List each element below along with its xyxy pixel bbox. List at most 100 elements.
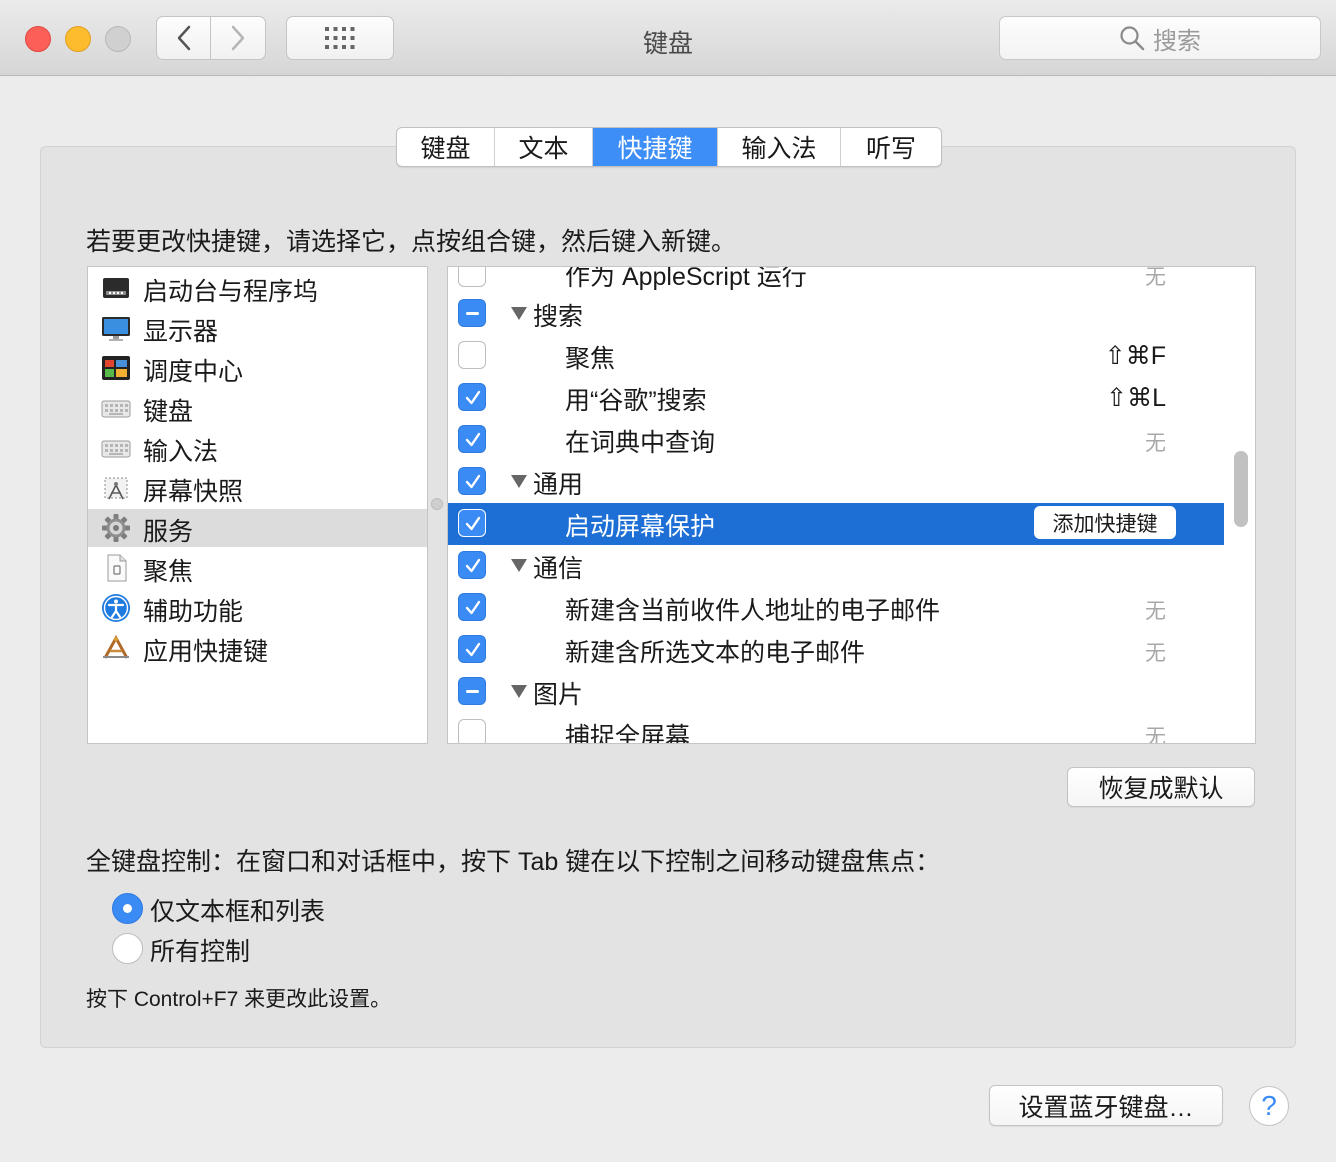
display-icon — [102, 317, 130, 341]
category-label: 调度中心 — [143, 358, 244, 386]
tab-shortcuts[interactable]: 快捷键 — [593, 128, 718, 166]
search-field[interactable]: 搜索 — [999, 16, 1321, 60]
category-mission-control[interactable]: 调度中心 — [88, 349, 427, 387]
group-label: 图片 — [533, 681, 584, 709]
shortcut-label: 启动屏幕保护 — [565, 513, 716, 541]
tab-input-sources[interactable]: 输入法 — [718, 128, 841, 166]
services-gear-icon — [102, 514, 130, 542]
search-icon — [1120, 26, 1145, 51]
checkbox[interactable] — [458, 341, 486, 369]
shortcut-key: 无 — [1145, 642, 1166, 665]
category-spotlight[interactable]: 聚焦 — [88, 549, 427, 587]
split-view-divider[interactable] — [431, 498, 443, 510]
category-keyboard[interactable]: 键盘 — [88, 389, 427, 427]
shortcut-label: 在词典中查询 — [565, 429, 716, 457]
disclosure-triangle-icon[interactable] — [511, 685, 527, 698]
shortcut-label: 新建含当前收件人地址的电子邮件 — [565, 597, 941, 625]
category-label: 屏幕快照 — [143, 478, 244, 506]
shortcut-key: 无 — [1145, 266, 1166, 289]
shortcut-key: ⇧⌘L — [1106, 384, 1166, 412]
shortcut-row-spotlight[interactable]: 聚焦 ⇧⌘F — [448, 335, 1224, 377]
full-keyboard-access-label: 全键盘控制：在窗口和对话框中，按下 Tab 键在以下控制之间移动键盘焦点： — [86, 848, 941, 876]
checkmark-icon — [465, 432, 481, 447]
shortcut-row-capture-full-screen[interactable]: 捕捉全屏幕 无 — [448, 713, 1224, 744]
radio-text-boxes-and-lists[interactable] — [112, 893, 143, 924]
tab-text[interactable]: 文本 — [495, 128, 593, 166]
title-bar: 键盘 搜索 — [0, 0, 1336, 76]
input-method-icon — [101, 440, 131, 458]
category-list[interactable]: 启动台与程序坞 显示器 调度中心 键盘 输入法 屏幕快照 服务 聚焦 辅助功能 … — [87, 266, 428, 744]
checkbox[interactable] — [458, 425, 486, 453]
category-label: 应用快捷键 — [143, 638, 269, 666]
checkbox[interactable] — [458, 467, 486, 495]
shortcut-list[interactable]: 作为 AppleScript 运行 无 搜索 聚焦 ⇧⌘F 用“谷歌”搜索 ⇧⌘… — [447, 266, 1256, 744]
radio-all-controls[interactable] — [112, 933, 143, 964]
checkbox[interactable] — [458, 383, 486, 411]
category-label: 服务 — [143, 518, 194, 546]
checkbox[interactable] — [458, 299, 486, 327]
tab-bar: 键盘 文本 快捷键 输入法 听写 — [396, 127, 942, 167]
keyboard-icon — [101, 400, 131, 418]
radio-label[interactable]: 仅文本框和列表 — [150, 892, 325, 928]
checkbox[interactable] — [458, 593, 486, 621]
category-displays[interactable]: 显示器 — [88, 309, 427, 347]
tab-keyboard[interactable]: 键盘 — [397, 128, 495, 166]
shortcut-row-run-as-applescript[interactable]: 作为 AppleScript 运行 无 — [448, 266, 1224, 295]
scrollbar-thumb[interactable] — [1234, 451, 1248, 527]
shortcut-row-new-email-to-address[interactable]: 新建含当前收件人地址的电子邮件 无 — [448, 587, 1224, 629]
shortcut-label: 新建含所选文本的电子邮件 — [565, 639, 866, 667]
category-launchpad-dock[interactable]: 启动台与程序坞 — [88, 269, 427, 307]
category-label: 聚焦 — [143, 558, 194, 586]
shortcut-key: ⇧⌘F — [1104, 342, 1166, 370]
category-app-shortcuts[interactable]: 应用快捷键 — [88, 629, 427, 667]
group-row-search[interactable]: 搜索 — [448, 293, 1224, 335]
shortcut-label: 聚焦 — [565, 345, 616, 373]
group-row-pictures[interactable]: 图片 — [448, 671, 1224, 713]
category-accessibility[interactable]: 辅助功能 — [88, 589, 427, 627]
spotlight-icon — [107, 554, 127, 582]
shortcut-row-start-screen-saver[interactable]: 启动屏幕保护 添加快捷键 — [448, 503, 1224, 545]
shortcut-row-google-search[interactable]: 用“谷歌”搜索 ⇧⌘L — [448, 377, 1224, 419]
checkbox[interactable] — [458, 719, 486, 743]
disclosure-triangle-icon[interactable] — [511, 559, 527, 572]
category-services[interactable]: 服务 — [88, 509, 427, 547]
add-shortcut-button[interactable]: 添加快捷键 — [1034, 506, 1176, 539]
radio-label[interactable]: 所有控制 — [150, 932, 250, 968]
shortcut-label: 作为 AppleScript 运行 — [565, 266, 807, 291]
group-label: 搜索 — [533, 303, 584, 331]
checkmark-icon — [465, 642, 481, 657]
checkbox[interactable] — [458, 509, 486, 537]
help-button[interactable]: ? — [1249, 1086, 1289, 1126]
shortcut-row-dictionary-lookup[interactable]: 在词典中查询 无 — [448, 419, 1224, 461]
screenshot-icon — [104, 477, 128, 500]
category-screenshots[interactable]: 屏幕快照 — [88, 469, 427, 507]
shortcut-label: 捕捉全屏幕 — [565, 723, 691, 744]
checkbox[interactable] — [458, 635, 486, 663]
checkbox[interactable] — [458, 551, 486, 579]
setup-bluetooth-keyboard-button[interactable]: 设置蓝牙键盘… — [989, 1085, 1223, 1126]
group-row-messaging[interactable]: 通信 — [448, 545, 1224, 587]
shortcut-key: 无 — [1145, 600, 1166, 623]
disclosure-triangle-icon[interactable] — [511, 307, 527, 320]
change-setting-note: 按下 Control+F7 来更改此设置。 — [86, 988, 392, 1011]
category-label: 键盘 — [143, 398, 194, 426]
app-shortcuts-icon — [103, 634, 129, 659]
disclosure-triangle-icon[interactable] — [511, 475, 527, 488]
shortcut-row-new-email-with-selection[interactable]: 新建含所选文本的电子邮件 无 — [448, 629, 1224, 671]
shortcut-label: 用“谷歌”搜索 — [565, 387, 707, 415]
group-row-general[interactable]: 通用 — [448, 461, 1224, 503]
category-label: 显示器 — [143, 318, 219, 346]
checkmark-icon — [465, 600, 481, 615]
search-placeholder: 搜索 — [1153, 27, 1201, 55]
checkbox[interactable] — [458, 677, 486, 705]
category-input-sources[interactable]: 输入法 — [88, 429, 427, 467]
checkbox[interactable] — [458, 267, 486, 287]
checkmark-icon — [465, 516, 481, 531]
restore-defaults-button[interactable]: 恢复成默认 — [1067, 767, 1255, 807]
tab-dictation[interactable]: 听写 — [841, 128, 941, 166]
accessibility-icon — [102, 594, 130, 622]
checkmark-icon — [465, 558, 481, 573]
category-label: 输入法 — [143, 438, 219, 466]
shortcut-key: 无 — [1145, 432, 1166, 455]
launchpad-dock-icon — [103, 278, 129, 298]
